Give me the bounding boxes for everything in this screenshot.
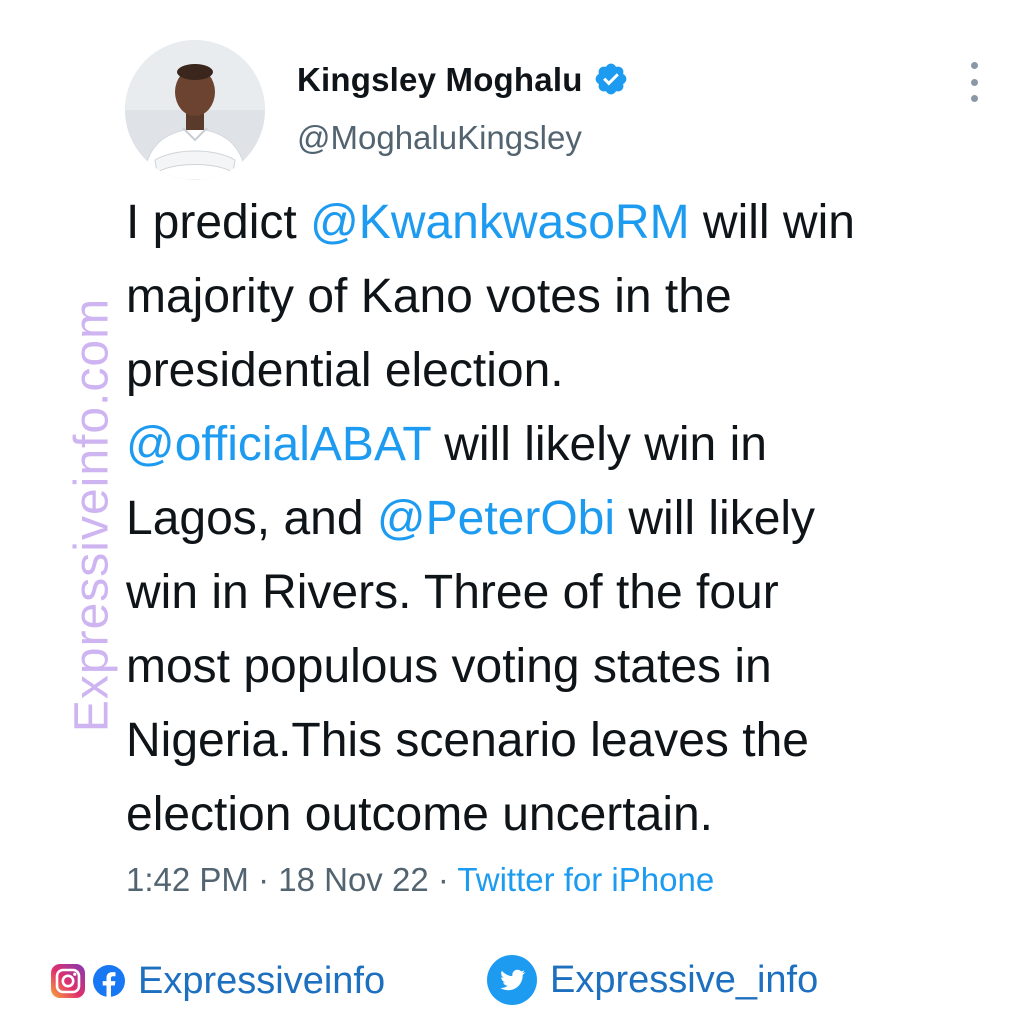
avatar-photo — [125, 40, 265, 180]
tweet-text-segment: election outcome uncertain. — [126, 788, 714, 841]
tweet-text-line: most populous voting states in — [126, 630, 1006, 704]
tweet-text-segment: will likely win in — [430, 418, 767, 471]
twitter-icon[interactable] — [486, 954, 538, 1006]
author-handle[interactable]: @MoghaluKingsley — [297, 121, 582, 154]
footer-right-label[interactable]: Expressive_info — [550, 961, 818, 999]
meta-separator: · — [248, 861, 279, 898]
more-options-icon[interactable] — [960, 62, 988, 102]
tweet-text-line: @officialABAT will likely win in — [126, 408, 1006, 482]
author-avatar[interactable] — [125, 40, 265, 180]
tweet-text-segment: win in Rivers. Three of the four — [126, 566, 779, 619]
meta-separator: · — [428, 861, 458, 898]
tweet-text-segment: will likely — [615, 492, 816, 545]
tweet-text-segment: I predict — [126, 196, 311, 249]
tweet-text-line: win in Rivers. Three of the four — [126, 556, 1006, 630]
tweet-text-line: majority of Kano votes in the — [126, 260, 1006, 334]
tweet-text-segment: Nigeria.This scenario leaves the — [126, 714, 809, 767]
tweet-text-line: Nigeria.This scenario leaves the — [126, 704, 1006, 778]
tweet-text-line: presidential election. — [126, 334, 1006, 408]
tweet-text-line: election outcome uncertain. — [126, 778, 1006, 852]
watermark-text: Expressiveinfo.com — [65, 297, 119, 733]
footer-social-left: Expressiveinfo — [50, 957, 385, 1005]
tweet-time[interactable]: 1:42 PM — [126, 861, 249, 898]
tweet-text-segment: presidential election. — [126, 344, 564, 397]
tweet-text-segment: Lagos, and — [126, 492, 377, 545]
tweet-text: I predict @KwankwasoRM will win majority … — [126, 186, 1006, 852]
tweet-text-line: Lagos, and @PeterObi will likely — [126, 482, 1006, 556]
footer-left-label[interactable]: Expressiveinfo — [138, 962, 385, 1000]
tweet-text-segment: will win — [689, 196, 855, 249]
verified-badge-icon — [595, 63, 626, 95]
tweet-source-link[interactable]: Twitter for iPhone — [457, 861, 714, 898]
footer-social-right: Expressive_info — [486, 952, 818, 1008]
author-display-name[interactable]: Kingsley Moghalu — [297, 63, 583, 96]
tweet-text-segment: majority of Kano votes in the — [126, 270, 732, 323]
mention-link[interactable]: @officialABAT — [126, 418, 431, 471]
more-dot — [970, 95, 978, 102]
tweet-text-line: I predict @KwankwasoRM will win — [126, 186, 1006, 260]
tweet-date[interactable]: 18 Nov 22 — [278, 861, 428, 898]
author-name-row[interactable]: Kingsley Moghalu — [297, 61, 629, 97]
facebook-icon[interactable] — [92, 964, 126, 998]
tweet-text-segment: most populous voting states in — [126, 640, 772, 693]
more-dot — [970, 78, 978, 86]
mention-link[interactable]: @PeterObi — [377, 492, 615, 545]
instagram-icon[interactable] — [50, 963, 86, 999]
mention-link[interactable]: @KwankwasoRM — [310, 196, 690, 249]
tweet-meta: 1:42 PM · 18 Nov 22 · Twitter for iPhone — [126, 860, 714, 900]
more-dot — [970, 62, 978, 69]
